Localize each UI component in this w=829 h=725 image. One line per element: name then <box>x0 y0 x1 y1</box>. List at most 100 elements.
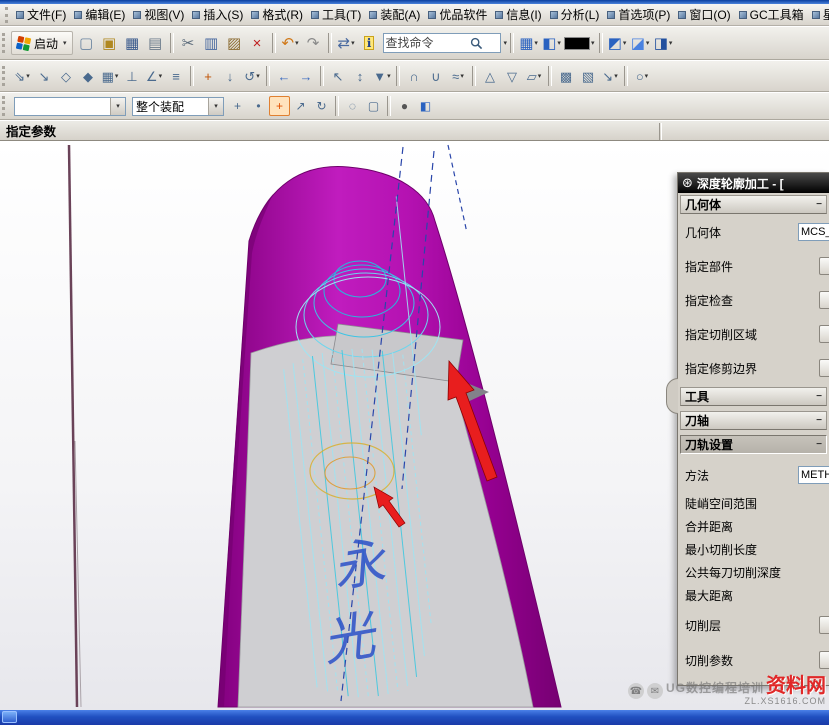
dropdown-caret[interactable]: ▾ <box>646 40 650 47</box>
geometry-section-header[interactable]: 几何体 − <box>680 195 827 214</box>
rect-select-icon[interactable]: ▢ <box>363 96 384 116</box>
toolbar-grip[interactable] <box>2 66 6 86</box>
menu-edit[interactable]: 编辑(E) <box>70 4 129 25</box>
cam-tool-icon-15[interactable]: ∩ <box>403 66 425 87</box>
shaded-sphere-icon[interactable]: ● <box>394 96 415 116</box>
dialog-resize-handle[interactable] <box>666 378 678 414</box>
snap-rotate-icon[interactable]: ↻ <box>311 96 332 116</box>
dropdown-caret[interactable]: ▾ <box>669 40 673 47</box>
dropdown-caret[interactable]: ▾ <box>623 40 627 47</box>
dropdown-caret[interactable]: ▾ <box>460 73 464 80</box>
menu-format[interactable]: 格式(R) <box>247 4 307 25</box>
redo-icon[interactable]: ↷ <box>302 32 325 55</box>
cam-tool-icon-1[interactable]: ⇘▾ <box>11 66 33 87</box>
marquee-select-icon[interactable]: ◌ <box>342 96 363 116</box>
shaded-view-icon[interactable]: ◩▾ <box>606 32 629 55</box>
delete-icon[interactable]: × <box>246 32 269 55</box>
cam-tool-icon-5[interactable]: ▦▾ <box>99 66 121 87</box>
collapse-icon[interactable]: − <box>816 439 822 450</box>
dropdown-caret[interactable]: ▾ <box>295 40 299 47</box>
cam-tool-icon-19[interactable]: ▽ <box>501 66 523 87</box>
view-cube-icon[interactable]: ◧ <box>415 96 436 116</box>
start-button[interactable]: 启动 ▾ <box>11 31 73 55</box>
dropdown-caret[interactable]: ▾ <box>534 40 538 47</box>
menu-tools[interactable]: 工具(T) <box>307 4 365 25</box>
move-component-icon[interactable]: ⇄▾ <box>335 32 358 55</box>
specify-check-button[interactable] <box>819 291 829 309</box>
cam-tool-icon-22[interactable]: ▧ <box>577 66 599 87</box>
new-file-icon[interactable]: ▢ <box>75 32 98 55</box>
circle-tool-icon[interactable]: ○▾ <box>631 66 653 87</box>
graphics-viewport[interactable]: 永 光 ⊛ 深度轮廓加工 - [ 几何体 − 几何体 MCS_MILL 指定部 <box>0 141 829 710</box>
cam-tool-icon-17[interactable]: ≈▾ <box>447 66 469 87</box>
cam-tool-icon-6[interactable]: ⊥ <box>121 66 143 87</box>
dropdown-caret[interactable]: ▾ <box>63 39 67 47</box>
menu-information[interactable]: 信息(I) <box>491 4 545 25</box>
menu-file[interactable]: 文件(F) <box>12 4 70 25</box>
cam-tool-icon-13[interactable]: ↕ <box>349 66 371 87</box>
dropdown-caret[interactable]: ▾ <box>115 73 119 80</box>
cam-tool-icon-9[interactable]: + <box>197 66 219 87</box>
dropdown-caret[interactable]: ▾ <box>538 73 542 80</box>
window-layout-icon[interactable]: ▦▾ <box>517 32 540 55</box>
os-taskbar[interactable] <box>0 710 829 725</box>
menu-assemblies[interactable]: 装配(A) <box>365 4 424 25</box>
dropdown-caret[interactable]: ▾ <box>26 73 30 80</box>
dropdown-caret[interactable]: ▾ <box>591 40 595 47</box>
snap-arrow-icon[interactable]: ↗ <box>290 96 311 116</box>
save-icon[interactable]: ▦ <box>121 32 144 55</box>
cam-tool-icon-12[interactable]: ↖ <box>327 66 349 87</box>
cam-tool-icon-8[interactable]: ≡ <box>165 66 187 87</box>
cutting-parameters-button[interactable] <box>819 651 829 669</box>
tool-axis-section-header[interactable]: 刀轴 − <box>680 411 827 430</box>
dropdown-caret[interactable]: ▾ <box>557 40 561 47</box>
component-edge-line[interactable] <box>69 145 77 707</box>
method-combo[interactable]: METHOD <box>798 466 829 484</box>
dropdown-caret[interactable]: ▾ <box>351 40 355 47</box>
studio-render-icon[interactable]: ◨▾ <box>652 32 675 55</box>
menu-gc-toolbox[interactable]: GC工具箱 <box>735 4 808 25</box>
selection-scope-combo[interactable]: 整个装配 ▾ <box>132 97 224 116</box>
menu-star-plugin[interactable]: 星空外挂 <box>808 4 829 25</box>
cam-tool-icon-11[interactable]: ↺▾ <box>241 66 263 87</box>
menu-analysis[interactable]: 分析(L) <box>546 4 604 25</box>
dropdown-caret[interactable]: ▾ <box>159 73 163 80</box>
dropdown-caret[interactable]: ▾ <box>614 73 618 80</box>
geometry-combo[interactable]: MCS_MILL <box>798 223 829 241</box>
cam-tool-icon-20[interactable]: ▱▾ <box>523 66 545 87</box>
combo-dropdown-button[interactable]: ▾ <box>208 98 223 115</box>
selection-filter-combo[interactable]: ▾ <box>14 97 126 116</box>
menu-view[interactable]: 视图(V) <box>129 4 188 25</box>
search-input[interactable] <box>386 36 470 50</box>
information-note-icon[interactable]: ℹ <box>358 32 381 55</box>
toolbar-grip[interactable] <box>2 33 6 53</box>
cam-tool-icon-23[interactable]: ↘▾ <box>599 66 621 87</box>
open-file-icon[interactable]: ▣ <box>98 32 121 55</box>
cam-tool-icon-16[interactable]: ∪ <box>425 66 447 87</box>
path-settings-section-header[interactable]: 刀轨设置 − <box>680 435 827 454</box>
collapse-icon[interactable]: − <box>816 415 822 426</box>
snap-point-icon[interactable]: • <box>248 96 269 116</box>
cam-tool-icon-2[interactable]: ↘ <box>33 66 55 87</box>
cam-tool-icon-4[interactable]: ◆ <box>77 66 99 87</box>
print-icon[interactable]: ▤ <box>144 32 167 55</box>
back-arrow-icon[interactable]: ← <box>273 66 295 87</box>
undo-icon[interactable]: ↶▾ <box>279 32 302 55</box>
cut-icon[interactable]: ✂ <box>177 32 200 55</box>
display-cube-icon[interactable]: ◧▾ <box>540 32 563 55</box>
toolbar-grip[interactable] <box>2 96 6 116</box>
snap-highlighted-icon[interactable]: + <box>269 96 290 116</box>
combo-dropdown-button[interactable]: ▾ <box>110 98 125 115</box>
paste-icon[interactable]: ▨ <box>223 32 246 55</box>
taskbar-start-fragment[interactable] <box>2 711 17 723</box>
cam-tool-icon-18[interactable]: △ <box>479 66 501 87</box>
menu-youpin-software[interactable]: 优品软件 <box>424 4 491 25</box>
machined-face[interactable] <box>238 336 533 707</box>
specify-part-button[interactable] <box>819 257 829 275</box>
background-color-swatch[interactable]: ▾ <box>563 32 596 55</box>
cam-tool-icon-7[interactable]: ∠▾ <box>143 66 165 87</box>
cam-tool-icon-21[interactable]: ▩ <box>555 66 577 87</box>
semi-shaded-view-icon[interactable]: ◪▾ <box>629 32 652 55</box>
cam-tool-icon-3[interactable]: ◇ <box>55 66 77 87</box>
collapse-icon[interactable]: − <box>816 391 822 402</box>
